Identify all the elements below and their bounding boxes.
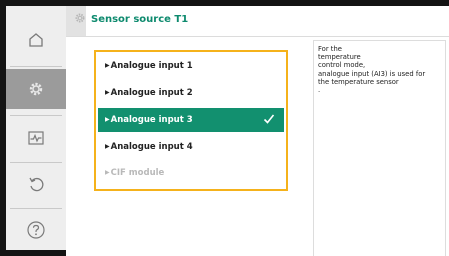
page-title: Sensor source T1 <box>91 14 189 25</box>
nav-divider <box>10 162 62 163</box>
option-analogue-input-2[interactable]: ▶ Analogue input 2 <box>98 81 284 105</box>
home-icon <box>27 31 45 49</box>
info-text: For the temperature control mode, analog… <box>318 45 426 95</box>
nav-diagnostics[interactable] <box>6 118 66 158</box>
undo-icon <box>27 175 45 193</box>
nav-divider <box>10 208 62 209</box>
header-divider <box>66 36 449 37</box>
nav-divider <box>10 115 62 116</box>
option-label: Analogue input 3 <box>110 115 193 125</box>
help-icon <box>26 220 46 240</box>
nav-divider <box>10 66 62 67</box>
device-screen: Sensor source T1 ▶ Analogue input 1 ▶ An… <box>0 0 449 256</box>
triangle-right-icon: ▶ <box>105 89 110 96</box>
nav-home[interactable] <box>6 20 66 60</box>
triangle-right-icon: ▶ <box>105 143 110 150</box>
side-navigation <box>6 6 66 250</box>
nav-restore[interactable] <box>6 164 66 204</box>
nav-help[interactable] <box>6 210 66 250</box>
option-analogue-input-4[interactable]: ▶ Analogue input 4 <box>98 135 284 159</box>
pulse-icon <box>27 129 45 147</box>
option-label: CIF module <box>110 168 165 178</box>
option-analogue-input-1[interactable]: ▶ Analogue input 1 <box>98 54 284 78</box>
option-label: Analogue input 4 <box>110 142 193 152</box>
option-analogue-input-3[interactable]: ▶ Analogue input 3 <box>98 108 284 132</box>
option-label: Analogue input 1 <box>110 61 193 71</box>
option-label: Analogue input 2 <box>110 88 193 98</box>
checkmark-icon <box>262 112 276 129</box>
triangle-right-icon: ▶ <box>105 116 110 123</box>
triangle-right-icon: ▶ <box>105 169 110 176</box>
nav-settings[interactable] <box>6 69 66 109</box>
triangle-right-icon: ▶ <box>105 62 110 69</box>
gear-icon <box>74 9 86 28</box>
option-cif-module: ▶ CIF module <box>98 161 284 185</box>
gear-icon <box>27 80 45 98</box>
